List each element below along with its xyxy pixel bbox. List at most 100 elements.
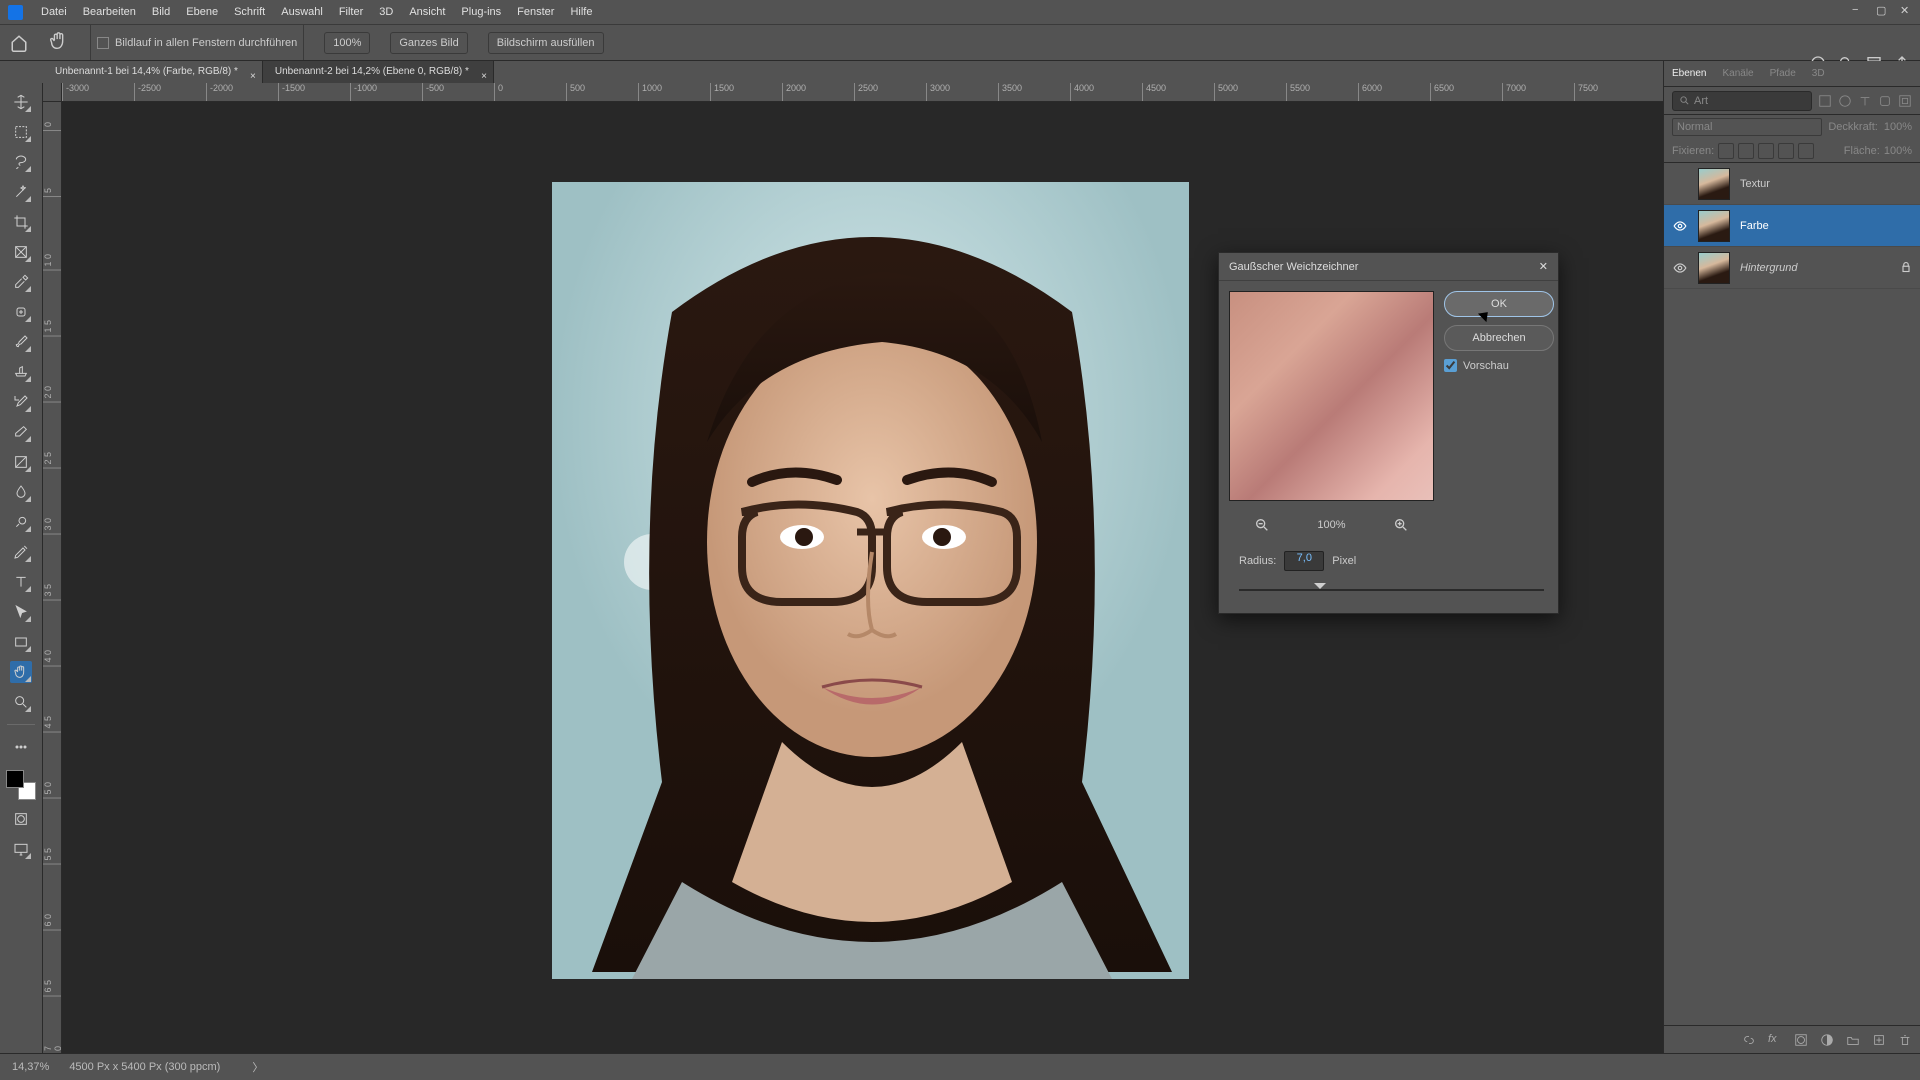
visibility-toggle-icon[interactable] <box>1672 260 1688 276</box>
hand-tool[interactable] <box>10 661 32 683</box>
menu-3d[interactable]: 3D <box>371 2 401 22</box>
zoom-100-button[interactable]: 100% <box>324 32 370 54</box>
link-layers-icon[interactable] <box>1742 1033 1756 1047</box>
vertical-ruler[interactable]: 051 01 52 02 53 03 54 04 55 05 56 06 57 … <box>43 102 62 1053</box>
visibility-toggle-icon[interactable] <box>1672 218 1688 234</box>
path-selection-tool[interactable] <box>10 601 32 623</box>
dodge-tool[interactable] <box>10 511 32 533</box>
close-icon[interactable]: ✕ <box>1900 4 1914 18</box>
menu-ansicht[interactable]: Ansicht <box>401 2 453 22</box>
delete-layer-icon[interactable] <box>1898 1033 1912 1047</box>
lasso-tool[interactable] <box>10 151 32 173</box>
layer-thumbnail[interactable] <box>1698 210 1730 242</box>
filter-pixel-icon[interactable] <box>1818 94 1832 108</box>
layer-name[interactable]: Hintergrund <box>1740 262 1890 274</box>
edit-toolbar-button[interactable] <box>10 736 32 758</box>
menu-hilfe[interactable]: Hilfe <box>562 2 600 22</box>
lock-transparency-icon[interactable] <box>1718 143 1734 159</box>
menu-bearbeiten[interactable]: Bearbeiten <box>75 2 144 22</box>
zoom-tool[interactable] <box>10 691 32 713</box>
zoom-out-icon[interactable] <box>1252 515 1272 535</box>
status-zoom[interactable]: 14,37% <box>12 1061 49 1073</box>
document-tab[interactable]: Unbenannt-2 bei 14,2% (Ebene 0, RGB/8) *… <box>263 61 494 83</box>
layer-name[interactable]: Textur <box>1740 178 1912 190</box>
home-icon[interactable] <box>10 34 28 52</box>
new-layer-icon[interactable] <box>1872 1033 1886 1047</box>
layer-fx-icon[interactable]: fx <box>1768 1033 1782 1047</box>
filter-shape-icon[interactable] <box>1878 94 1892 108</box>
brush-tool[interactable] <box>10 331 32 353</box>
menu-fenster[interactable]: Fenster <box>509 2 562 22</box>
rectangle-tool[interactable] <box>10 631 32 653</box>
magic-wand-tool[interactable] <box>10 181 32 203</box>
dialog-preview[interactable] <box>1229 291 1434 501</box>
radius-input[interactable]: 7,0 <box>1284 551 1324 571</box>
hand-tool-icon[interactable] <box>48 30 70 55</box>
dialog-close-icon[interactable]: ✕ <box>1539 260 1548 273</box>
healing-brush-tool[interactable] <box>10 301 32 323</box>
layer-thumbnail[interactable] <box>1698 252 1730 284</box>
panel-tab-kanäle[interactable]: Kanäle <box>1722 68 1753 79</box>
menu-schrift[interactable]: Schrift <box>226 2 273 22</box>
dialog-titlebar[interactable]: Gaußscher Weichzeichner ✕ <box>1219 253 1558 281</box>
filter-type-icon[interactable] <box>1858 94 1872 108</box>
document-image[interactable] <box>552 182 1189 979</box>
blend-mode-select[interactable]: Normal <box>1672 118 1822 136</box>
filter-adjust-icon[interactable] <box>1838 94 1852 108</box>
menu-filter[interactable]: Filter <box>331 2 371 22</box>
fit-whole-image-button[interactable]: Ganzes Bild <box>390 32 467 54</box>
adjustment-layer-icon[interactable] <box>1820 1033 1834 1047</box>
filter-smart-icon[interactable] <box>1898 94 1912 108</box>
fill-value[interactable]: 100% <box>1884 145 1912 157</box>
layer-filter-dropdown[interactable]: Art <box>1672 91 1812 111</box>
layer-group-icon[interactable] <box>1846 1033 1860 1047</box>
menu-ebene[interactable]: Ebene <box>178 2 226 22</box>
gradient-tool[interactable] <box>10 451 32 473</box>
layer-mask-icon[interactable] <box>1794 1033 1808 1047</box>
horizontal-ruler[interactable]: -3000-2500-2000-1500-1000-50005001000150… <box>62 83 1663 102</box>
maximize-icon[interactable]: ▢ <box>1876 4 1890 18</box>
lock-pixels-icon[interactable] <box>1738 143 1754 159</box>
pen-tool[interactable] <box>10 541 32 563</box>
marquee-tool[interactable] <box>10 121 32 143</box>
eraser-tool[interactable] <box>10 421 32 443</box>
status-arrow-icon[interactable]: 〉 <box>252 1059 263 1075</box>
layer-thumbnail[interactable] <box>1698 168 1730 200</box>
panel-tab-ebenen[interactable]: Ebenen <box>1672 68 1706 79</box>
zoom-in-icon[interactable] <box>1391 515 1411 535</box>
layer-name[interactable]: Farbe <box>1740 220 1912 232</box>
lock-all-icon[interactable] <box>1798 143 1814 159</box>
radius-slider[interactable] <box>1229 583 1554 603</box>
color-swatches[interactable] <box>6 770 36 800</box>
fill-screen-button[interactable]: Bildschirm ausfüllen <box>488 32 604 54</box>
frame-tool[interactable] <box>10 241 32 263</box>
lock-artboard-icon[interactable] <box>1778 143 1794 159</box>
visibility-toggle-icon[interactable] <box>1672 176 1688 192</box>
layer-row[interactable]: Farbe <box>1664 205 1920 247</box>
layer-row[interactable]: Textur <box>1664 163 1920 205</box>
panel-tab-pfade[interactable]: Pfade <box>1770 68 1796 79</box>
preview-checkbox[interactable]: Vorschau <box>1444 359 1554 372</box>
minimize-icon[interactable]: − <box>1852 4 1866 18</box>
cancel-button[interactable]: Abbrechen <box>1444 325 1554 351</box>
quick-mask-button[interactable] <box>10 808 32 830</box>
menu-auswahl[interactable]: Auswahl <box>273 2 331 22</box>
status-doc-info[interactable]: 4500 Px x 5400 Px (300 ppcm) <box>69 1061 220 1073</box>
screen-mode-button[interactable] <box>10 838 32 860</box>
clone-stamp-tool[interactable] <box>10 361 32 383</box>
foreground-color[interactable] <box>6 770 24 788</box>
type-tool[interactable] <box>10 571 32 593</box>
menu-datei[interactable]: Datei <box>33 2 75 22</box>
scroll-all-windows-checkbox[interactable]: Bildlauf in allen Fenstern durchführen <box>90 25 304 60</box>
opacity-value[interactable]: 100% <box>1884 121 1912 133</box>
menu-bild[interactable]: Bild <box>144 2 178 22</box>
history-brush-tool[interactable] <box>10 391 32 413</box>
eyedropper-tool[interactable] <box>10 271 32 293</box>
blur-tool[interactable] <box>10 481 32 503</box>
menu-plug-ins[interactable]: Plug-ins <box>453 2 509 22</box>
ok-button[interactable]: OK <box>1444 291 1554 317</box>
crop-tool[interactable] <box>10 211 32 233</box>
panel-tab-3d[interactable]: 3D <box>1812 68 1825 79</box>
layer-row[interactable]: Hintergrund <box>1664 247 1920 289</box>
move-tool[interactable] <box>10 91 32 113</box>
